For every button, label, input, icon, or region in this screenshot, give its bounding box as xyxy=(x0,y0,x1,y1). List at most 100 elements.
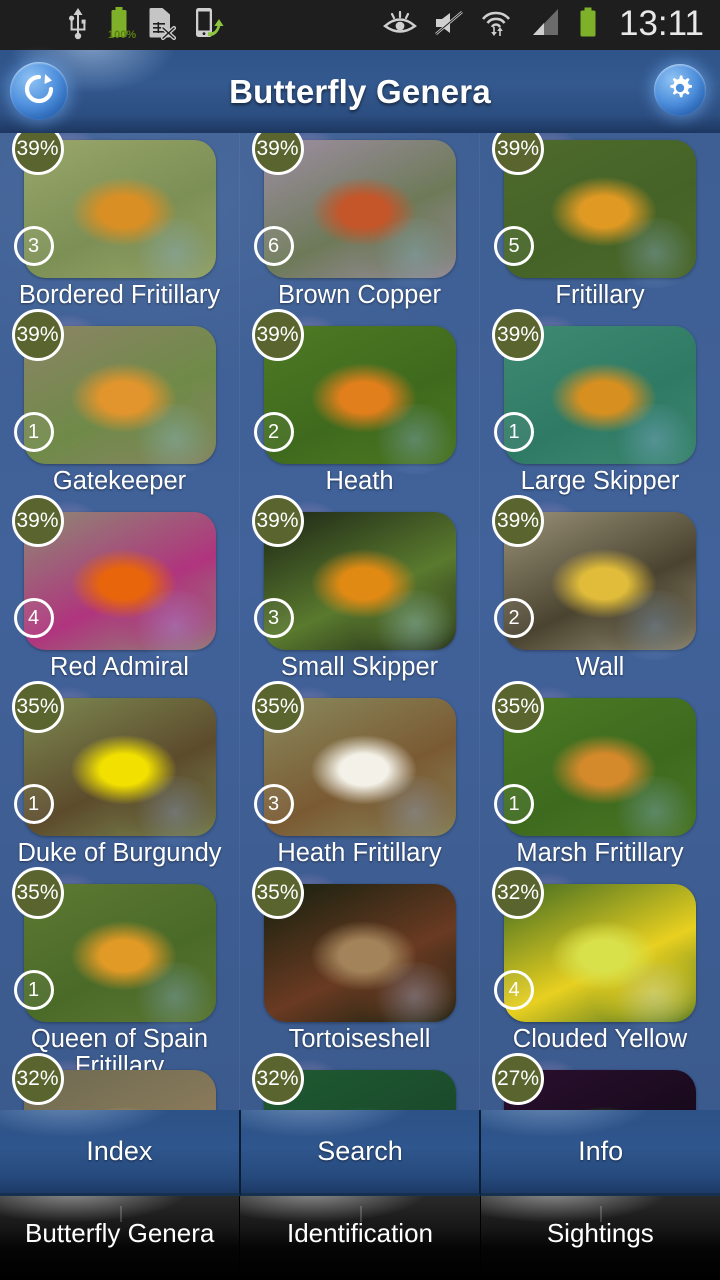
section-button-bar: Index Search Info xyxy=(0,1110,720,1196)
match-percent-badge: 39% xyxy=(11,309,64,361)
thumbnail-container: 39% 4 xyxy=(11,495,220,660)
genera-grid-scroll[interactable]: 39% 3 Bordered Fritillary 39% 6 Brown Copper 3… xyxy=(0,133,720,1110)
thumbnail-container: 35% 1 xyxy=(11,681,220,846)
genus-cell[interactable]: 39% 2 Wall xyxy=(480,495,720,691)
genus-cell[interactable]: 32% xyxy=(0,1053,240,1110)
match-percent-badge: 35% xyxy=(251,681,304,733)
species-count-badge: 5 xyxy=(494,226,534,266)
genus-cell[interactable]: 32% xyxy=(240,1053,480,1110)
refresh-icon xyxy=(21,71,57,112)
species-count-badge: 2 xyxy=(253,412,294,452)
eye-care-icon xyxy=(383,10,417,41)
species-count-badge: 1 xyxy=(494,784,534,824)
match-percent-badge: 35% xyxy=(11,681,64,733)
thumbnail-container: 39% 3 xyxy=(11,133,220,288)
thumbnail-container: 32% xyxy=(11,1053,216,1110)
genus-cell[interactable]: 35% 3 Heath Fritillary xyxy=(240,681,480,877)
genus-cell[interactable]: 32% 4 Clouded Yellow xyxy=(480,867,720,1063)
app-title-bar: Butterfly Genera xyxy=(0,50,720,135)
match-percent-badge: 32% xyxy=(11,1053,64,1105)
search-button[interactable]: Search xyxy=(240,1110,482,1196)
species-count-badge: 6 xyxy=(253,226,294,266)
genus-cell[interactable]: 39% 1 Gatekeeper xyxy=(0,309,240,505)
genus-cell[interactable]: 35% 1 Duke of Burgundy xyxy=(0,681,240,877)
index-button-label: Index xyxy=(86,1136,153,1166)
genus-cell[interactable]: 39% 4 Red Admiral xyxy=(0,495,240,691)
genus-name-label: Clouded Yellow xyxy=(512,1025,688,1053)
genus-cell[interactable]: 39% 1 Large Skipper xyxy=(480,309,720,505)
phone-transfer-icon xyxy=(194,6,224,45)
thumbnail-container: 32% 4 xyxy=(492,867,700,1032)
thumbnail-container: 27% xyxy=(492,1053,696,1110)
thumbnail-container: 35% 3 xyxy=(251,681,460,846)
battery-icon xyxy=(577,7,599,44)
genus-name-label: Small Skipper xyxy=(280,653,439,681)
genus-name-label: Brown Copper xyxy=(278,281,441,309)
genus-cell[interactable]: 35% Tortoiseshell xyxy=(240,867,480,1063)
bottom-tab-bar: Butterfly Genera Identification Sighting… xyxy=(0,1196,720,1280)
genus-cell[interactable]: 39% 3 Small Skipper xyxy=(240,495,480,691)
genus-cell[interactable]: 35% 1 Marsh Fritillary xyxy=(480,681,720,877)
tab-identification-label: Identification xyxy=(287,1218,433,1248)
match-percent-badge: 32% xyxy=(492,867,544,919)
genus-name-label: Wall xyxy=(575,653,625,681)
thumbnail-container: 35% 1 xyxy=(11,867,220,1032)
tab-tick-icon xyxy=(600,1206,603,1222)
species-count-badge: 3 xyxy=(253,598,294,638)
genus-cell[interactable]: 39% 5 Fritillary xyxy=(480,133,720,319)
match-percent-badge: 39% xyxy=(492,309,544,361)
genus-cell[interactable]: 35% 1 Queen of Spain Fritillary xyxy=(0,867,240,1080)
wifi-icon xyxy=(481,8,511,43)
species-count-badge: 1 xyxy=(13,970,54,1010)
species-count-badge: 1 xyxy=(13,412,54,452)
thumbnail-container: 39% 6 xyxy=(251,133,460,288)
index-button[interactable]: Index xyxy=(0,1110,241,1196)
thumbnail-container: 39% 2 xyxy=(251,309,460,474)
species-count-badge: 3 xyxy=(253,784,294,824)
genus-cell[interactable]: 27% xyxy=(480,1053,720,1110)
match-percent-badge: 39% xyxy=(251,309,304,361)
genus-name-label: Heath xyxy=(325,467,394,495)
thumbnail-container: 35% xyxy=(251,867,460,1032)
thumbnail-container: 39% 3 xyxy=(251,495,460,660)
genus-cell[interactable]: 39% 6 Brown Copper xyxy=(240,133,480,319)
tab-tick-icon xyxy=(359,1206,362,1222)
genus-name-label: Fritillary xyxy=(555,281,645,309)
status-bar-right-icons: 13:11 xyxy=(383,6,720,44)
tab-identification[interactable]: Identification xyxy=(240,1196,481,1280)
match-percent-badge: 27% xyxy=(492,1053,544,1105)
app-screen: 100% 13:11 Butterfly Genera 39% 3 Border… xyxy=(0,0,720,1280)
genus-name-label: Red Admiral xyxy=(50,653,189,681)
page-title: Butterfly Genera xyxy=(229,72,491,110)
genus-name-label: Heath Fritillary xyxy=(277,839,442,867)
tab-butterfly-genera[interactable]: Butterfly Genera xyxy=(0,1196,241,1280)
tab-sightings[interactable]: Sightings xyxy=(480,1196,720,1280)
thumbnail-container: 39% 2 xyxy=(492,495,700,660)
genus-name-label: Large Skipper xyxy=(520,467,680,495)
genus-name-label: Marsh Fritillary xyxy=(516,839,684,867)
genera-grid: 39% 3 Bordered Fritillary 39% 6 Brown Copper 3… xyxy=(0,133,720,1110)
genus-name-label: Duke of Burgundy xyxy=(17,839,222,867)
genus-name-label: Gatekeeper xyxy=(52,467,187,495)
gear-icon xyxy=(666,74,694,107)
thumbnail-container: 35% 1 xyxy=(492,681,700,846)
genus-cell[interactable]: 39% 3 Bordered Fritillary xyxy=(0,133,240,319)
species-count-badge: 1 xyxy=(13,784,54,824)
settings-button[interactable] xyxy=(654,64,706,116)
thumbnail-container: 32% xyxy=(251,1053,456,1110)
species-count-badge: 3 xyxy=(13,226,54,266)
match-percent-badge: 32% xyxy=(251,1053,304,1105)
species-count-badge: 2 xyxy=(494,598,534,638)
info-button[interactable]: Info xyxy=(481,1110,720,1196)
refresh-button[interactable] xyxy=(10,62,68,120)
match-percent-badge: 35% xyxy=(251,867,304,919)
mute-icon xyxy=(433,9,465,42)
species-count-badge: 4 xyxy=(13,598,54,638)
match-percent-badge: 35% xyxy=(11,867,64,919)
genus-name-label: Bordered Fritillary xyxy=(18,281,221,309)
species-count-badge: 4 xyxy=(494,970,534,1010)
match-percent-badge: 39% xyxy=(251,495,304,547)
genus-cell[interactable]: 39% 2 Heath xyxy=(240,309,480,505)
status-bar: 100% 13:11 xyxy=(0,0,720,50)
battery-icon: 100% xyxy=(108,6,136,45)
